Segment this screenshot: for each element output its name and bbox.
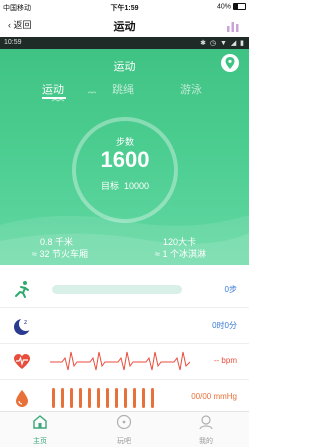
ecg-waveform (50, 351, 190, 371)
heart-rate-row[interactable]: -- bpm (0, 344, 249, 380)
profile-icon (199, 415, 213, 430)
steps-value: 1600 (100, 147, 150, 172)
tab-home-label: 主页 (33, 438, 47, 445)
location-button[interactable] (221, 54, 239, 72)
steps-progress-bar (52, 285, 182, 294)
battery-percent: 40% (216, 3, 231, 11)
distance-equivalent: ≈ 32 节火车厢 (32, 249, 88, 259)
activity-header: 运动 运动 跳绳 游泳 步数 1600 目标 10000 0.8 千米 ≈ 32… (0, 49, 249, 265)
device-status-bar: 10:59 ✱ ◷ ▼ ◢ ▮ (0, 37, 249, 49)
calories-value: 120 (163, 237, 179, 247)
steps-row[interactable]: 0步 (0, 272, 249, 308)
blood-pressure-value: 00/00 mmHg (191, 392, 237, 401)
blood-drop-icon (12, 388, 32, 408)
tab-jump-rope[interactable]: 跳绳 (112, 81, 134, 97)
tab-running[interactable]: 运动 (42, 81, 64, 97)
tab-play-label: 玩吧 (117, 438, 131, 445)
tab-swimming[interactable]: 游泳 (180, 81, 202, 97)
blood-pressure-bars (52, 388, 154, 408)
home-icon (33, 415, 47, 429)
battery-indicator: 40% (217, 3, 246, 10)
distance-value: 0.8 (40, 237, 53, 247)
blood-pressure-row[interactable]: 00/00 mmHg (0, 380, 249, 415)
play-circle-icon (116, 414, 132, 430)
goal-label: 目标 (100, 181, 119, 191)
steps-goal: 目标 10000 (72, 179, 178, 192)
steps-row-value: 0步 (224, 285, 237, 294)
battery-icon (233, 3, 246, 10)
calories-equivalent: ≈ 1 个冰淇淋 (155, 249, 206, 259)
nav-bar: ‹ 返回 运动 (0, 14, 249, 37)
tab-play[interactable]: 玩吧 (104, 414, 144, 446)
tab-home[interactable]: 主页 (20, 414, 60, 446)
clock-label: 下午1:59 (110, 5, 139, 12)
bottom-tab-bar: 主页 玩吧 我的 (0, 411, 249, 447)
calories-unit: 大卡 (178, 237, 197, 247)
goal-value: 10000 (124, 181, 150, 191)
location-pin-icon (225, 57, 235, 69)
svg-text:z: z (24, 319, 27, 326)
bar-chart-icon[interactable] (227, 19, 239, 37)
heart-rate-value: -- bpm (213, 356, 237, 365)
active-tab-indicator (42, 97, 66, 99)
running-icon (12, 280, 32, 300)
distance-unit: 千米 (55, 237, 74, 247)
moon-icon: z (12, 316, 33, 336)
sleep-row[interactable]: z 0时0分 (0, 308, 249, 344)
header-title: 运动 (113, 61, 136, 73)
signal-icons: ✱ ◷ ▼ ◢ ▮ (200, 40, 245, 47)
tab-profile[interactable]: 我的 (186, 414, 226, 446)
heart-icon (12, 352, 32, 372)
page-title: 运动 (113, 21, 136, 33)
sleep-row-value: 0时0分 (212, 321, 237, 330)
device-time: 10:59 (4, 39, 22, 46)
ios-status-bar: 中国移动 下午1:59 40% (0, 0, 249, 14)
tab-profile-label: 我的 (199, 438, 213, 445)
